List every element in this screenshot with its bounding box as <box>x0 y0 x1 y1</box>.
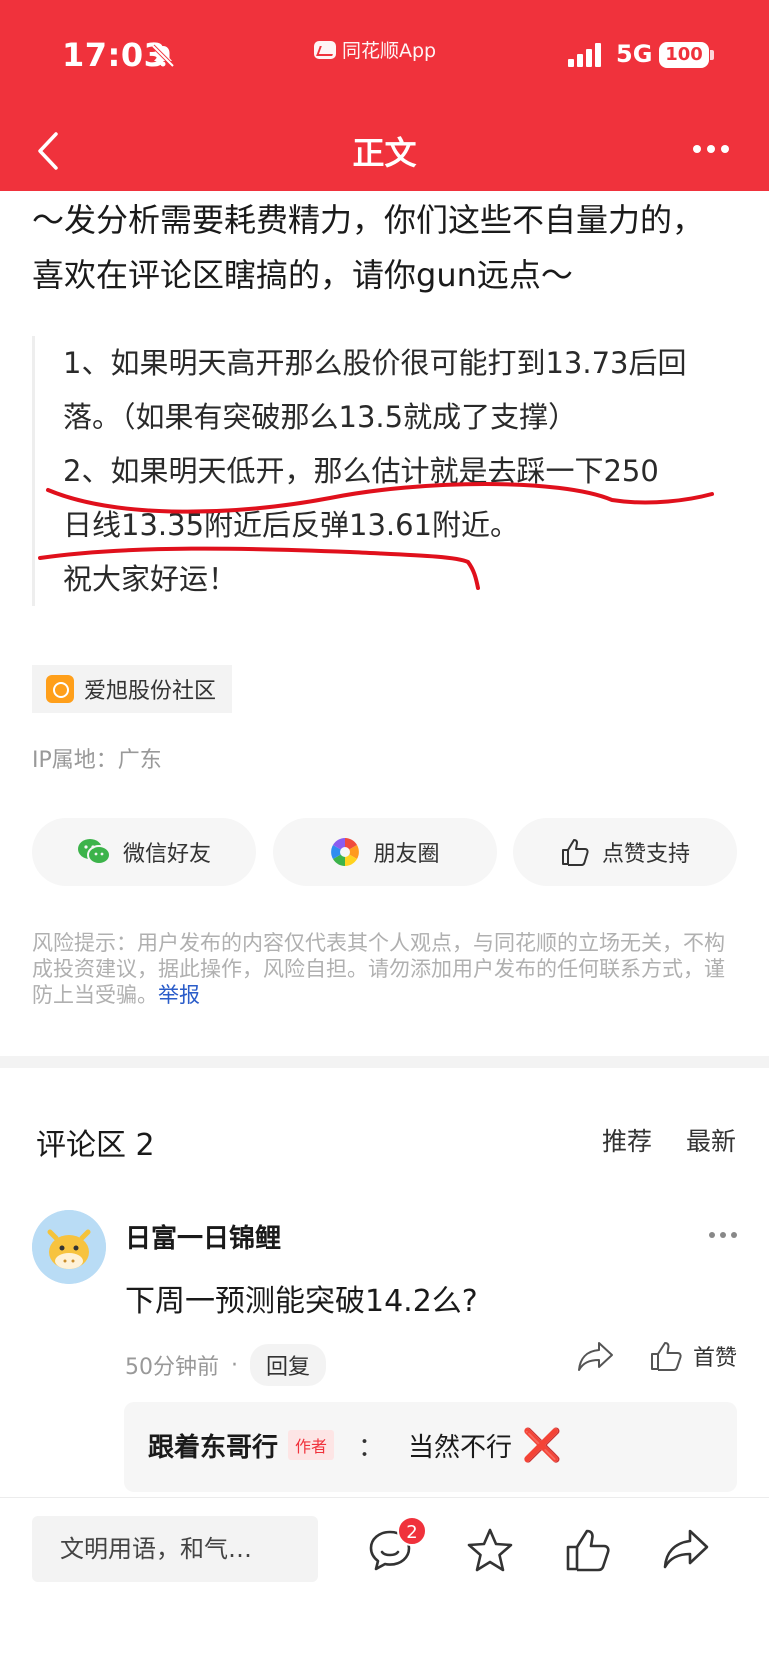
comment-count-badge: 2 <box>397 1516 427 1546</box>
moments-icon <box>331 838 360 866</box>
share-arrow-icon[interactable] <box>662 1526 710 1574</box>
comment-like-label: 首赞 <box>692 1346 737 1371</box>
source-app-label: 同花顺App <box>342 40 437 62</box>
reply-text: 当然不行 <box>408 1432 513 1463</box>
comment-more-icon[interactable] <box>709 1232 737 1238</box>
network-type: 5G <box>616 40 653 68</box>
more-menu-icon[interactable] <box>693 145 729 153</box>
reply-colon: ： <box>358 1432 385 1463</box>
share-moments-button[interactable]: 朋友圈 <box>272 818 497 886</box>
star-icon[interactable] <box>466 1526 514 1574</box>
article-line-1: ～发分析需要耗费精力，你们这些不自量力的， <box>32 201 705 239</box>
comment-time: 50分钟前 <box>125 1355 219 1380</box>
reply-author[interactable]: 跟着东哥行 <box>148 1427 278 1464</box>
bottom-bar: 文明用语，和气… 2 <box>0 1497 769 1665</box>
community-icon <box>46 675 74 703</box>
share-wechat-button[interactable]: 微信好友 <box>32 818 256 886</box>
comment-author[interactable]: 日富一日锦鲤 <box>125 1218 281 1255</box>
page-title: 正文 <box>352 134 417 172</box>
app-header: 17:03 同花顺App 5G 100 正文 <box>0 0 769 191</box>
comment-text: 下周一预测能突破14.2么? <box>125 1284 478 1319</box>
cow-avatar-icon <box>32 1210 106 1284</box>
like-support-label: 点赞支持 <box>601 842 690 867</box>
battery-indicator: 100 <box>659 42 709 68</box>
author-reply[interactable]: 跟着东哥行 作者 ： 当然不行 ❌ <box>124 1402 737 1492</box>
author-badge: 作者 <box>288 1430 335 1460</box>
sort-recommended-tab[interactable]: 推荐 <box>602 1122 652 1158</box>
share-moments-label: 朋友圈 <box>373 842 440 867</box>
source-app[interactable]: 同花顺App <box>314 36 436 63</box>
avatar[interactable] <box>32 1210 106 1284</box>
app-logo-icon <box>314 40 336 59</box>
silent-bell-icon <box>151 44 175 68</box>
quote-line: 日线13.35附近后反弹13.61附近。 <box>63 508 520 542</box>
meta-separator: · <box>231 1352 238 1378</box>
share-wechat-label: 微信好友 <box>122 842 211 867</box>
status-bar: 17:03 同花顺App 5G 100 <box>0 0 769 110</box>
author-reply-content: 跟着东哥行 作者 ： 当然不行 ❌ <box>148 1426 562 1464</box>
risk-notice: 风险提示：用户发布的内容仅代表其个人观点，与同花顺的立场无关，不构成投资建议，据… <box>32 930 737 1008</box>
comment-like-button[interactable]: 首赞 <box>649 1340 737 1372</box>
share-arrow-icon[interactable] <box>577 1340 615 1372</box>
thumbs-up-icon <box>650 1342 682 1371</box>
comment-actions: 首赞 <box>577 1340 737 1372</box>
cross-mark-icon: ❌ <box>522 1426 562 1464</box>
comment-meta: 50分钟前 · 回复 <box>125 1344 327 1386</box>
quote-line: 1、如果明天高开那么股价很可能打到13.73后回 <box>63 346 687 380</box>
sort-latest-tab[interactable]: 最新 <box>686 1122 736 1158</box>
quote-line: 落。（如果有突破那么13.5就成了支撑） <box>63 400 578 434</box>
wechat-icon <box>77 839 111 865</box>
article-line-2: 喜欢在评论区瞎搞的，请你gun远点～ <box>32 256 573 294</box>
share-row: 微信好友 朋友圈 点赞支持 <box>32 818 737 886</box>
battery-tip <box>710 50 714 60</box>
community-tag[interactable]: 爱旭股份社区 <box>32 665 233 713</box>
thumbs-up-icon <box>561 839 589 866</box>
ip-location: IP属地：广东 <box>32 748 162 773</box>
quote-line: 2、如果明天低开，那么估计就是去踩一下250 <box>63 454 659 488</box>
reply-button[interactable]: 回复 <box>250 1344 327 1386</box>
section-divider <box>0 1056 769 1068</box>
risk-notice-text: 风险提示：用户发布的内容仅代表其个人观点，与同花顺的立场无关，不构成投资建议，据… <box>32 931 725 1007</box>
signal-icon <box>568 43 601 67</box>
like-support-button[interactable]: 点赞支持 <box>513 818 737 886</box>
comment-sort: 推荐 最新 <box>602 1122 736 1158</box>
report-link[interactable]: 举报 <box>158 983 200 1007</box>
community-tag-label: 爱旭股份社区 <box>84 679 217 704</box>
quote-line: 祝大家好运！ <box>63 562 238 596</box>
article-quote: 1、如果明天高开那么股价很可能打到13.73后回 落。（如果有突破那么13.5就… <box>32 336 732 606</box>
comments-header: 评论区 2 推荐 最新 <box>36 1120 736 1164</box>
comment-input[interactable]: 文明用语，和气… <box>32 1516 318 1582</box>
nav-bar: 正文 <box>0 112 769 191</box>
thumbs-up-icon[interactable] <box>563 1526 611 1574</box>
